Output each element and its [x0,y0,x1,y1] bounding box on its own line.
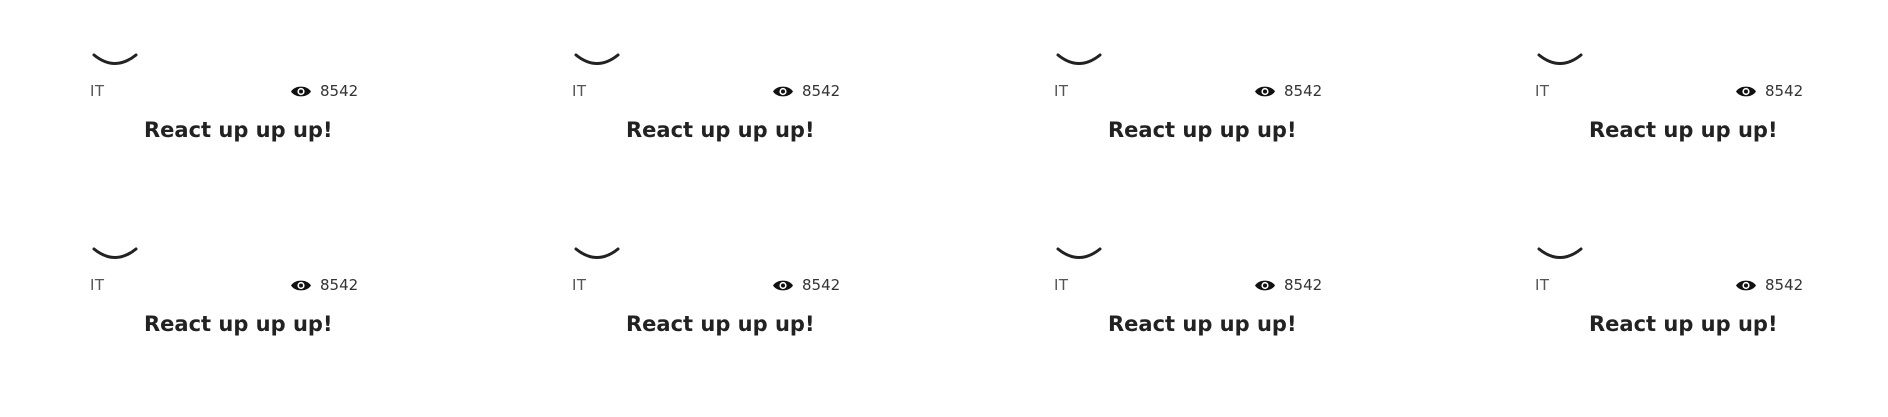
eye-icon [1255,86,1275,96]
article-card[interactable]: IT 8542 React up up up! [1535,246,1835,396]
eye-icon [291,86,311,96]
eye-icon [1736,86,1756,96]
article-title[interactable]: React up up up! [144,117,333,143]
view-count: 8542 [290,275,358,295]
article-title[interactable]: React up up up! [626,311,815,337]
view-count: 8542 [1735,275,1803,295]
article-card[interactable]: IT 8542 React up up up! [572,52,872,202]
view-count: 8542 [772,275,840,295]
article-title[interactable]: React up up up! [1108,117,1297,143]
smile-icon [1056,247,1102,259]
article-title[interactable]: React up up up! [626,117,815,143]
view-count-value: 8542 [802,82,841,100]
article-card[interactable]: IT 8542 React up up up! [90,246,390,396]
article-category: IT [572,276,587,294]
eye-icon [291,280,311,290]
view-count-value: 8542 [1765,82,1804,100]
article-title[interactable]: React up up up! [144,311,333,337]
smile-icon [1056,53,1102,65]
view-count: 8542 [1254,275,1322,295]
view-count-value: 8542 [320,82,359,100]
article-card[interactable]: IT 8542 React up up up! [90,52,390,202]
view-count-value: 8542 [1284,276,1323,294]
view-count: 8542 [1254,81,1322,101]
view-count: 8542 [772,81,840,101]
view-count-value: 8542 [1765,276,1804,294]
view-count: 8542 [1735,81,1803,101]
view-count-value: 8542 [320,276,359,294]
article-category: IT [90,276,105,294]
eye-icon [1736,280,1756,290]
article-title[interactable]: React up up up! [1589,117,1778,143]
article-card[interactable]: IT 8542 React up up up! [572,246,872,396]
smile-icon [574,247,620,259]
smile-icon [1537,53,1583,65]
article-category: IT [90,82,105,100]
view-count-value: 8542 [1284,82,1323,100]
view-count: 8542 [290,81,358,101]
article-card-grid: IT 8542 React up up up! IT 8542 React up… [0,0,1888,417]
smile-icon [1537,247,1583,259]
article-category: IT [572,82,587,100]
article-category: IT [1054,276,1069,294]
article-card[interactable]: IT 8542 React up up up! [1535,52,1835,202]
smile-icon [92,247,138,259]
article-category: IT [1535,276,1550,294]
article-card[interactable]: IT 8542 React up up up! [1054,246,1354,396]
article-category: IT [1535,82,1550,100]
smile-icon [92,53,138,65]
article-category: IT [1054,82,1069,100]
smile-icon [574,53,620,65]
article-title[interactable]: React up up up! [1589,311,1778,337]
eye-icon [1255,280,1275,290]
article-card[interactable]: IT 8542 React up up up! [1054,52,1354,202]
eye-icon [773,280,793,290]
article-title[interactable]: React up up up! [1108,311,1297,337]
view-count-value: 8542 [802,276,841,294]
eye-icon [773,86,793,96]
